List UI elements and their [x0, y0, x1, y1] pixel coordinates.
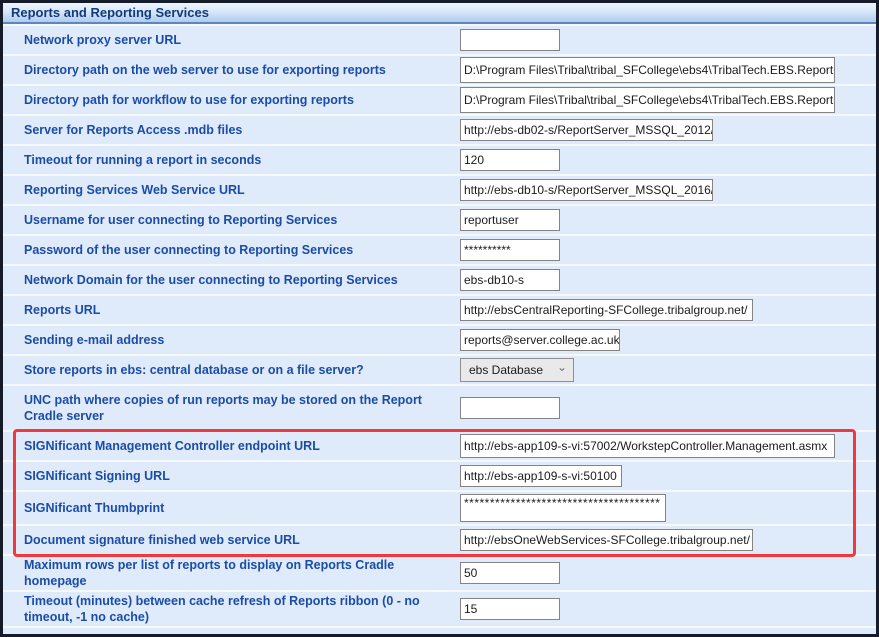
network-proxy-server-url-input[interactable]: [460, 29, 560, 51]
max-rows-reports-cradle-homepage-input[interactable]: 50: [460, 562, 560, 584]
settings-row: SIGNificant Thumbprint *****************…: [3, 492, 876, 526]
field-label: Maximum rows per list of reports to disp…: [3, 557, 453, 590]
field-label: SIGNificant Management Controller endpoi…: [3, 438, 453, 454]
settings-window: Reports and Reporting Services Network p…: [0, 0, 879, 637]
settings-row: Timeout (minutes) between cache refresh …: [3, 592, 876, 628]
settings-row: Reports URL http://ebsCentralReporting-S…: [3, 296, 876, 326]
field-label: UNC path where copies of run reports may…: [3, 392, 453, 425]
settings-row: Username for user connecting to Reportin…: [3, 206, 876, 236]
settings-row: Maximum rows per list of reports to disp…: [3, 556, 876, 592]
settings-row: Timeout for running a report in seconds …: [3, 146, 876, 176]
settings-row: Network proxy server URL: [3, 26, 876, 56]
reporting-services-password-input[interactable]: **********: [460, 239, 560, 261]
significant-management-controller-endpoint-url-input[interactable]: http://ebs-app109-s-vi:57002/WorkstepCon…: [460, 434, 835, 458]
field-label: Directory path on the web server to use …: [3, 62, 453, 78]
field-label: SIGNificant Signing URL: [3, 468, 453, 484]
settings-row: Document signature finished web service …: [3, 526, 876, 556]
field-label: Store reports in ebs: central database o…: [3, 362, 453, 378]
select-value: ebs Database: [469, 363, 543, 377]
settings-row: Directory path on the web server to use …: [3, 56, 876, 86]
settings-row: Network Domain for the user connecting t…: [3, 266, 876, 296]
settings-row: Reporting Services Web Service URL http:…: [3, 176, 876, 206]
directory-path-web-server-input[interactable]: D:\Program Files\Tribal\tribal_SFCollege…: [460, 57, 835, 83]
section-header: Reports and Reporting Services: [3, 3, 876, 24]
section-title: Reports and Reporting Services: [11, 5, 209, 20]
reporting-services-network-domain-input[interactable]: ebs-db10-s: [460, 269, 560, 291]
significant-signing-url-input[interactable]: http://ebs-app109-s-vi:50100: [460, 465, 622, 487]
settings-list: Network proxy server URL Directory path …: [3, 24, 876, 628]
server-reports-access-mdb-input[interactable]: http://ebs-db02-s/ReportServer_MSSQL_201…: [460, 119, 713, 141]
settings-row: Directory path for workflow to use for e…: [3, 86, 876, 116]
store-reports-location-select[interactable]: ebs Database ⌄: [460, 358, 574, 382]
field-label: SIGNificant Thumbprint: [3, 500, 453, 516]
settings-row: SIGNificant Signing URL http://ebs-app10…: [3, 462, 876, 492]
chevron-down-icon: ⌄: [557, 361, 567, 373]
cache-refresh-timeout-minutes-input[interactable]: 15: [460, 598, 560, 620]
reporting-services-username-input[interactable]: reportuser: [460, 209, 560, 231]
settings-row: SIGNificant Management Controller endpoi…: [3, 432, 876, 462]
directory-path-workflow-input[interactable]: D:\Program Files\Tribal\tribal_SFCollege…: [460, 87, 835, 113]
significant-highlight-group: SIGNificant Management Controller endpoi…: [3, 432, 876, 556]
field-label: Timeout (minutes) between cache refresh …: [3, 593, 453, 626]
settings-row: Store reports in ebs: central database o…: [3, 356, 876, 386]
settings-row: UNC path where copies of run reports may…: [3, 386, 876, 432]
document-signature-finished-url-input[interactable]: http://ebsOneWebServices-SFCollege.triba…: [460, 529, 753, 551]
field-label: Username for user connecting to Reportin…: [3, 212, 453, 228]
field-label: Document signature finished web service …: [3, 532, 453, 548]
settings-row: Sending e-mail address reports@server.co…: [3, 326, 876, 356]
field-label: Server for Reports Access .mdb files: [3, 122, 453, 138]
field-label: Network Domain for the user connecting t…: [3, 272, 453, 288]
significant-thumbprint-input[interactable]: **************************************: [460, 494, 666, 522]
reports-url-input[interactable]: http://ebsCentralReporting-SFCollege.tri…: [460, 299, 753, 321]
settings-row: Password of the user connecting to Repor…: [3, 236, 876, 266]
field-label: Sending e-mail address: [3, 332, 453, 348]
field-label: Directory path for workflow to use for e…: [3, 92, 453, 108]
field-label: Timeout for running a report in seconds: [3, 152, 453, 168]
field-label: Network proxy server URL: [3, 32, 453, 48]
sending-email-address-input[interactable]: reports@server.college.ac.uk: [460, 329, 620, 351]
field-label: Reports URL: [3, 302, 453, 318]
timeout-report-seconds-input[interactable]: 120: [460, 149, 560, 171]
reporting-services-web-service-url-input[interactable]: http://ebs-db10-s/ReportServer_MSSQL_201…: [460, 179, 713, 201]
field-label: Password of the user connecting to Repor…: [3, 242, 453, 258]
field-label: Reporting Services Web Service URL: [3, 182, 453, 198]
settings-row: Server for Reports Access .mdb files htt…: [3, 116, 876, 146]
unc-path-report-cradle-input[interactable]: [460, 397, 560, 419]
